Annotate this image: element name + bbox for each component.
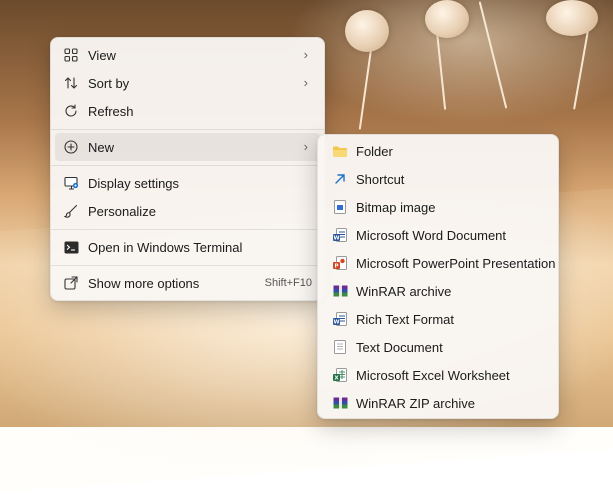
paper-flower [425,0,469,38]
new-item-text-document[interactable]: Text Document [322,333,554,361]
chevron-right-icon: › [303,139,308,154]
menu-item-label: Sort by [88,76,130,91]
menu-item-label: Show more options [88,276,200,291]
new-item-excel-worksheet[interactable]: X Microsoft Excel Worksheet [322,361,554,389]
menu-item-refresh[interactable]: Refresh [55,97,320,125]
menu-item-sort-by[interactable]: Sort by › [55,69,320,97]
menu-item-label: Shortcut [356,172,405,187]
menu-item-personalize[interactable]: Personalize [55,197,320,225]
powerpoint-icon: P [332,255,348,271]
menu-item-view[interactable]: View › [55,41,320,69]
menu-item-show-more-options[interactable]: Show more options Shift+F10 [55,269,320,297]
menu-item-label: Display settings [88,176,180,191]
refresh-icon [63,103,79,119]
new-item-shortcut[interactable]: Shortcut [322,165,554,193]
chevron-right-icon: › [303,47,308,62]
svg-text:P: P [334,264,338,270]
menu-item-label: Microsoft Excel Worksheet [356,368,510,383]
flower-stem [358,40,374,130]
desktop-context-menu: View › Sort by › Refresh New › Display s… [50,37,325,301]
svg-text:W: W [333,236,339,242]
grid-view-icon [63,47,79,63]
rtf-icon: W [332,311,348,327]
new-item-word-document[interactable]: W Microsoft Word Document [322,221,554,249]
excel-icon: X [332,367,348,383]
winrar-zip-icon [332,395,348,411]
new-item-folder[interactable]: Folder [322,137,554,165]
menu-item-label: WinRAR ZIP archive [356,396,475,411]
winrar-icon [332,283,348,299]
menu-item-label: Personalize [88,204,156,219]
sort-icon [63,75,79,91]
word-icon: W [332,227,348,243]
menu-item-open-terminal[interactable]: Open in Windows Terminal [55,233,320,261]
menu-item-label: Folder [356,144,393,159]
show-more-icon [63,275,79,291]
menu-item-new[interactable]: New › [55,133,320,161]
menu-item-label: Refresh [88,104,134,119]
menu-separator [51,165,324,166]
menu-item-label: Microsoft PowerPoint Presentation [356,256,556,271]
terminal-icon [63,239,79,255]
new-item-winrar-zip-archive[interactable]: WinRAR ZIP archive [322,389,554,417]
menu-separator [51,265,324,266]
menu-item-label: Open in Windows Terminal [88,240,243,255]
menu-separator [51,229,324,230]
folder-icon [332,143,348,159]
menu-item-label: WinRAR archive [356,284,452,299]
brush-icon [63,203,79,219]
new-item-winrar-archive[interactable]: WinRAR archive [322,277,554,305]
paper-flower [546,0,598,36]
display-settings-icon [63,175,79,191]
text-document-icon [332,339,348,355]
flower-stem [435,30,447,110]
bitmap-icon [332,199,348,215]
svg-text:W: W [333,320,339,326]
keyboard-shortcut: Shift+F10 [264,277,312,289]
flower-stem [478,1,508,109]
menu-item-display-settings[interactable]: Display settings [55,169,320,197]
flower-stem [573,30,589,110]
menu-item-label: Text Document [356,340,443,355]
plus-circle-icon [63,139,79,155]
new-item-powerpoint-presentation[interactable]: P Microsoft PowerPoint Presentation [322,249,556,277]
menu-item-label: Microsoft Word Document [356,228,507,243]
menu-item-label: New [88,140,115,155]
shortcut-arrow-icon [332,171,348,187]
new-submenu: Folder Shortcut Bitmap image W Microsoft… [317,134,559,419]
new-item-bitmap-image[interactable]: Bitmap image [322,193,554,221]
menu-item-label: Bitmap image [356,200,436,215]
chevron-right-icon: › [303,75,308,90]
menu-item-label: Rich Text Format [356,312,455,327]
menu-separator [51,129,324,130]
paper-flower [345,10,389,52]
new-item-rich-text-format[interactable]: W Rich Text Format [322,305,554,333]
menu-item-label: View [88,48,116,63]
